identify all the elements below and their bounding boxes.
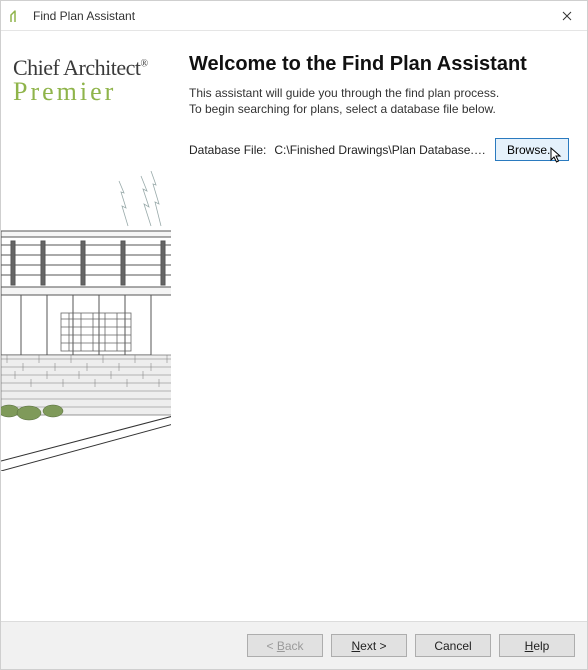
brand-line-2: Premier bbox=[13, 77, 167, 107]
content-area: Chief Architect® Premier bbox=[1, 31, 587, 621]
back-button: < Back bbox=[247, 634, 323, 657]
sidebar-illustration bbox=[1, 171, 171, 621]
titlebar: Find Plan Assistant bbox=[1, 1, 587, 31]
sidebar: Chief Architect® Premier bbox=[1, 31, 177, 621]
database-file-label: Database File: bbox=[189, 143, 266, 157]
browse-button[interactable]: Browse... bbox=[495, 138, 569, 161]
help-button[interactable]: Help bbox=[499, 634, 575, 657]
app-icon bbox=[9, 8, 25, 24]
main-panel: Welcome to the Find Plan Assistant This … bbox=[177, 31, 587, 621]
database-file-path: C:\Finished Drawings\Plan Database.db bbox=[274, 143, 487, 157]
page-heading: Welcome to the Find Plan Assistant bbox=[189, 53, 569, 76]
close-button[interactable] bbox=[547, 1, 587, 31]
database-file-row: Database File: C:\Finished Drawings\Plan… bbox=[189, 138, 569, 161]
intro-text-1: This assistant will guide you through th… bbox=[189, 86, 569, 100]
next-button[interactable]: Next > bbox=[331, 634, 407, 657]
wizard-footer: < Back Next > Cancel Help bbox=[1, 621, 587, 669]
intro-text-2: To begin searching for plans, select a d… bbox=[189, 102, 569, 116]
cancel-button[interactable]: Cancel bbox=[415, 634, 491, 657]
window-title: Find Plan Assistant bbox=[33, 9, 547, 23]
